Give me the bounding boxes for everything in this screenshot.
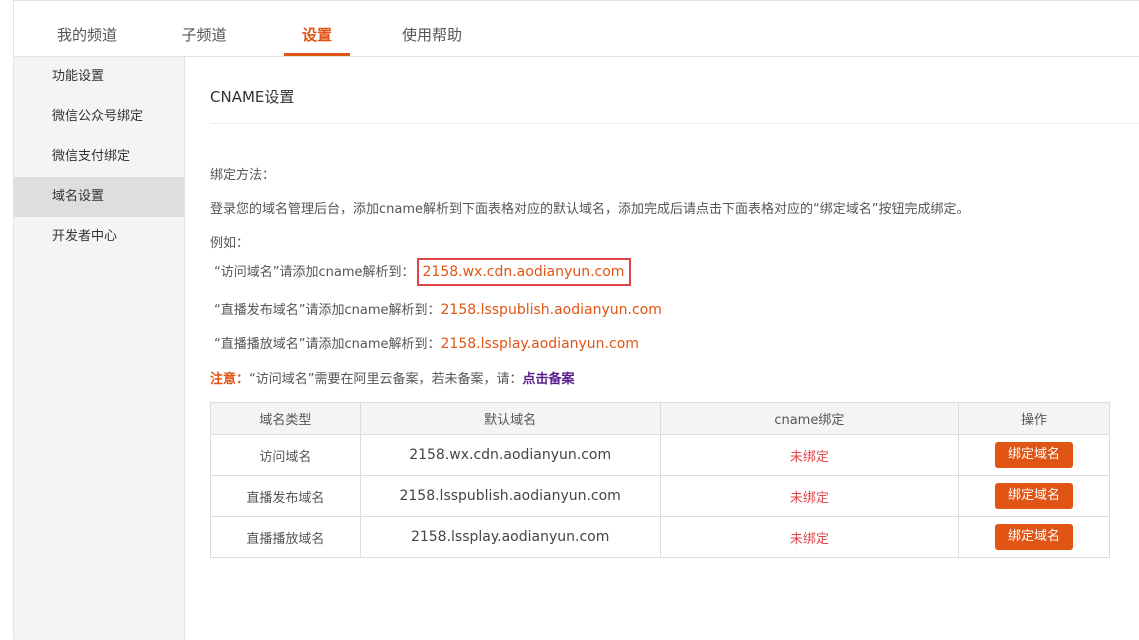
example-prefix: “访问域名”请添加cname解析到： — [214, 265, 415, 280]
instruction-text: 登录您的域名管理后台，添加cname解析到下面表格对应的默认域名，添加完成后请点… — [210, 202, 970, 217]
example-label: 例如： — [210, 236, 250, 251]
default-domain: 2158.lssplay.aodianyun.com — [359, 516, 661, 558]
bind-domain-button[interactable]: 绑定域名 — [995, 442, 1074, 468]
status-badge: 未绑定 — [789, 531, 829, 547]
sidebar: 功能设置 微信公众号绑定 微信支付绑定 域名设置 开发者中心 — [14, 57, 185, 640]
column-header: 默认域名 — [359, 402, 661, 435]
action-cell: 绑定域名 — [958, 475, 1110, 517]
app-frame: 我的频道 子频道 设置 使用帮助 功能设置 微信公众号绑定 微信支付绑定 域名设… — [13, 0, 1139, 640]
tab-help[interactable]: 使用帮助 — [399, 1, 465, 56]
status-cell: 未绑定 — [659, 434, 960, 476]
column-header: cname绑定 — [659, 402, 960, 435]
default-domain: 2158.lsspublish.aodianyun.com — [359, 475, 661, 517]
sidebar-item-wechat-official-binding[interactable]: 微信公众号绑定 — [14, 97, 184, 137]
table-row: 直播发布域名 2158.lsspublish.aodianyun.com 未绑定… — [210, 475, 1110, 517]
domain-table: 域名类型 默认域名 cname绑定 操作 访问域名 2158.wx.cdn.ao… — [210, 402, 1110, 558]
table-header-row: 域名类型 默认域名 cname绑定 操作 — [210, 402, 1110, 435]
column-header: 操作 — [958, 402, 1110, 435]
title-divider — [210, 123, 1139, 124]
default-domain: 2158.wx.cdn.aodianyun.com — [359, 434, 661, 476]
sidebar-item-function-settings[interactable]: 功能设置 — [14, 57, 184, 97]
sidebar-item-developer-center[interactable]: 开发者中心 — [14, 217, 184, 257]
status-cell: 未绑定 — [659, 516, 960, 558]
note-row: 注意：“访问域名”需要在阿里云备案，若未备案，请：点击备案 — [210, 368, 575, 387]
bind-domain-button[interactable]: 绑定域名 — [995, 483, 1074, 509]
example-row: “直播播放域名”请添加cname解析到：2158.lssplay.aodiany… — [210, 333, 639, 352]
tab-sub-channels[interactable]: 子频道 — [178, 1, 230, 56]
top-tabs: 我的频道 子频道 设置 使用帮助 — [14, 1, 1139, 57]
table-row: 访问域名 2158.wx.cdn.aodianyun.com 未绑定 绑定域名 — [210, 434, 1110, 476]
status-badge: 未绑定 — [789, 490, 829, 506]
example-row: “直播发布域名”请添加cname解析到：2158.lsspublish.aodi… — [210, 299, 662, 318]
page-title: CNAME设置 — [210, 88, 295, 106]
domain-type: 直播播放域名 — [210, 516, 361, 558]
domain-type: 直播发布域名 — [210, 475, 361, 517]
example-domain: 2158.wx.cdn.aodianyun.com — [422, 264, 625, 280]
domain-type: 访问域名 — [210, 434, 361, 476]
tab-my-channels[interactable]: 我的频道 — [54, 1, 120, 56]
example-domain: 2158.lsspublish.aodianyun.com — [440, 302, 662, 318]
table-row: 直播播放域名 2158.lssplay.aodianyun.com 未绑定 绑定… — [210, 516, 1110, 558]
bind-domain-button[interactable]: 绑定域名 — [995, 524, 1074, 550]
register-link[interactable]: 点击备案 — [523, 372, 575, 387]
status-cell: 未绑定 — [659, 475, 960, 517]
method-label: 绑定方法： — [210, 168, 276, 183]
note-text: “访问域名”需要在阿里云备案，若未备案，请： — [249, 372, 523, 387]
example-domain: 2158.lssplay.aodianyun.com — [440, 336, 639, 352]
sidebar-item-wechat-pay-binding[interactable]: 微信支付绑定 — [14, 137, 184, 177]
action-cell: 绑定域名 — [958, 434, 1110, 476]
highlight-box: 2158.wx.cdn.aodianyun.com — [416, 258, 632, 286]
status-badge: 未绑定 — [789, 449, 829, 465]
note-label: 注意： — [210, 372, 250, 387]
action-cell: 绑定域名 — [958, 516, 1110, 558]
sidebar-item-domain-settings[interactable]: 域名设置 — [14, 177, 184, 217]
tab-settings[interactable]: 设置 — [284, 1, 350, 56]
column-header: 域名类型 — [210, 402, 361, 435]
example-prefix: “直播播放域名”请添加cname解析到： — [214, 337, 441, 352]
example-prefix: “直播发布域名”请添加cname解析到： — [214, 303, 441, 318]
example-row: “访问域名”请添加cname解析到： 2158.wx.cdn.aodianyun.… — [210, 258, 632, 286]
